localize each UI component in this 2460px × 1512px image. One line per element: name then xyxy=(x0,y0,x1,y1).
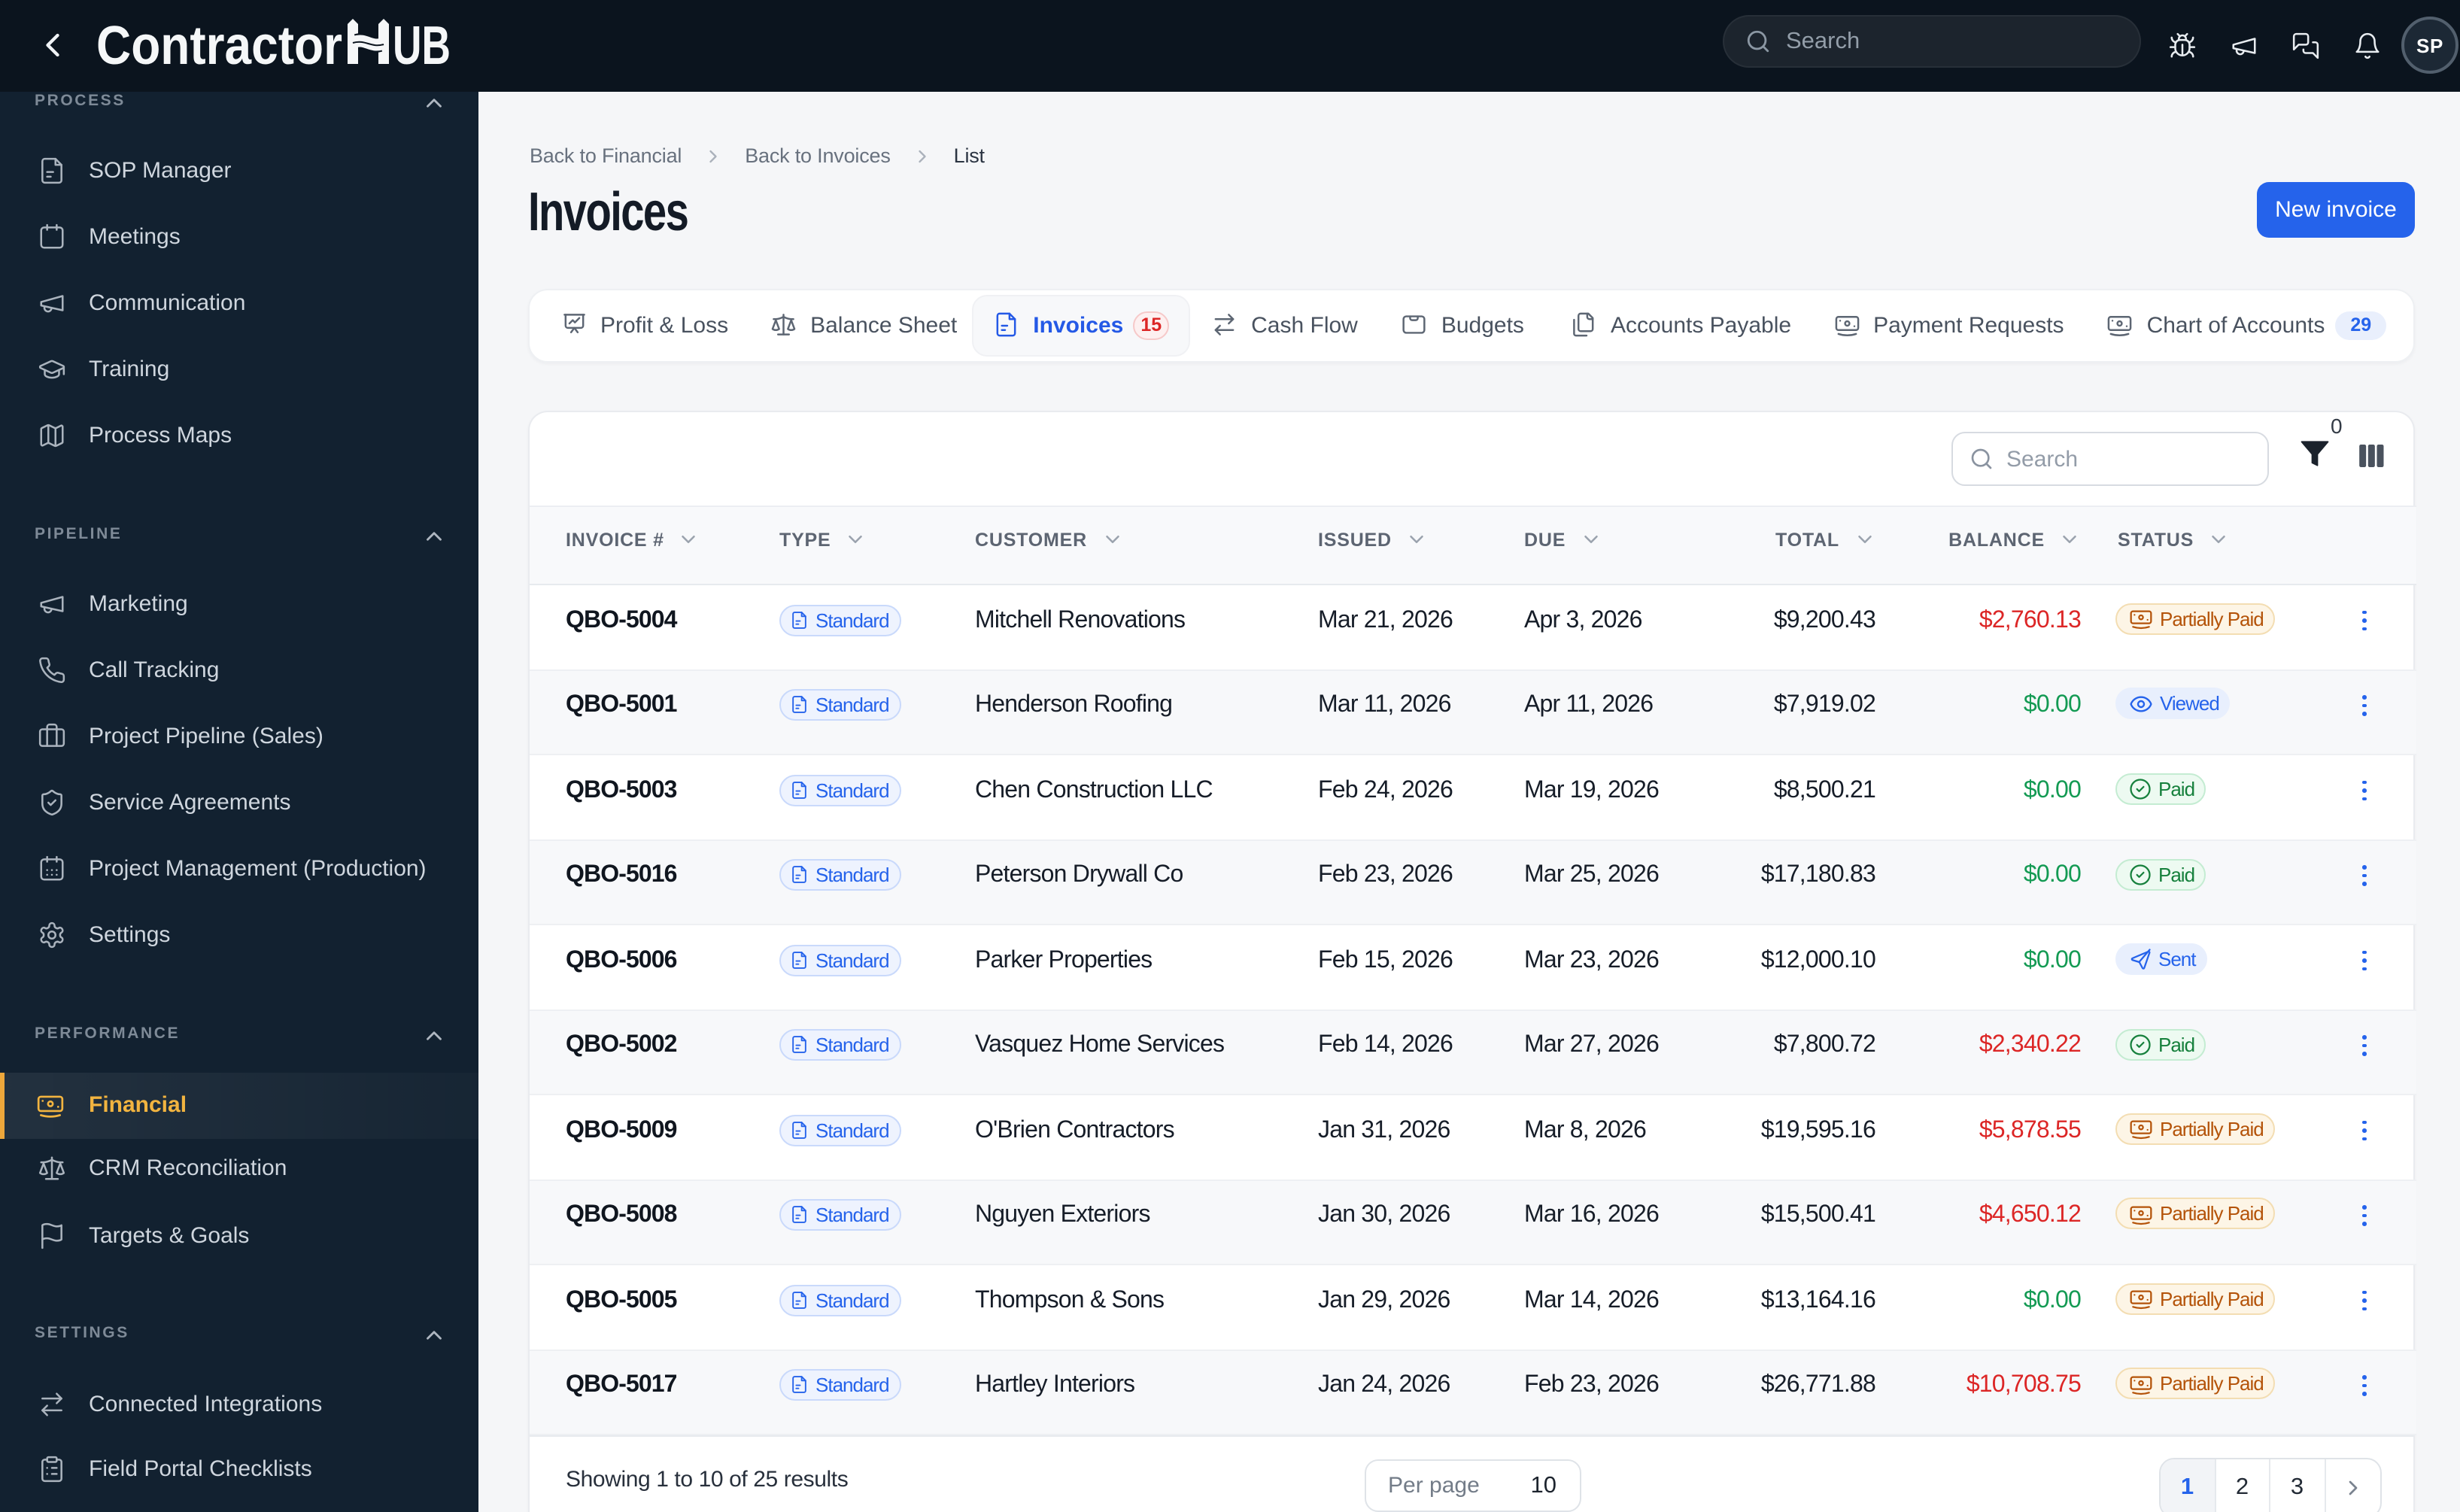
svg-text:Contractor: Contractor xyxy=(96,16,342,66)
svg-text:UB: UB xyxy=(393,16,450,66)
